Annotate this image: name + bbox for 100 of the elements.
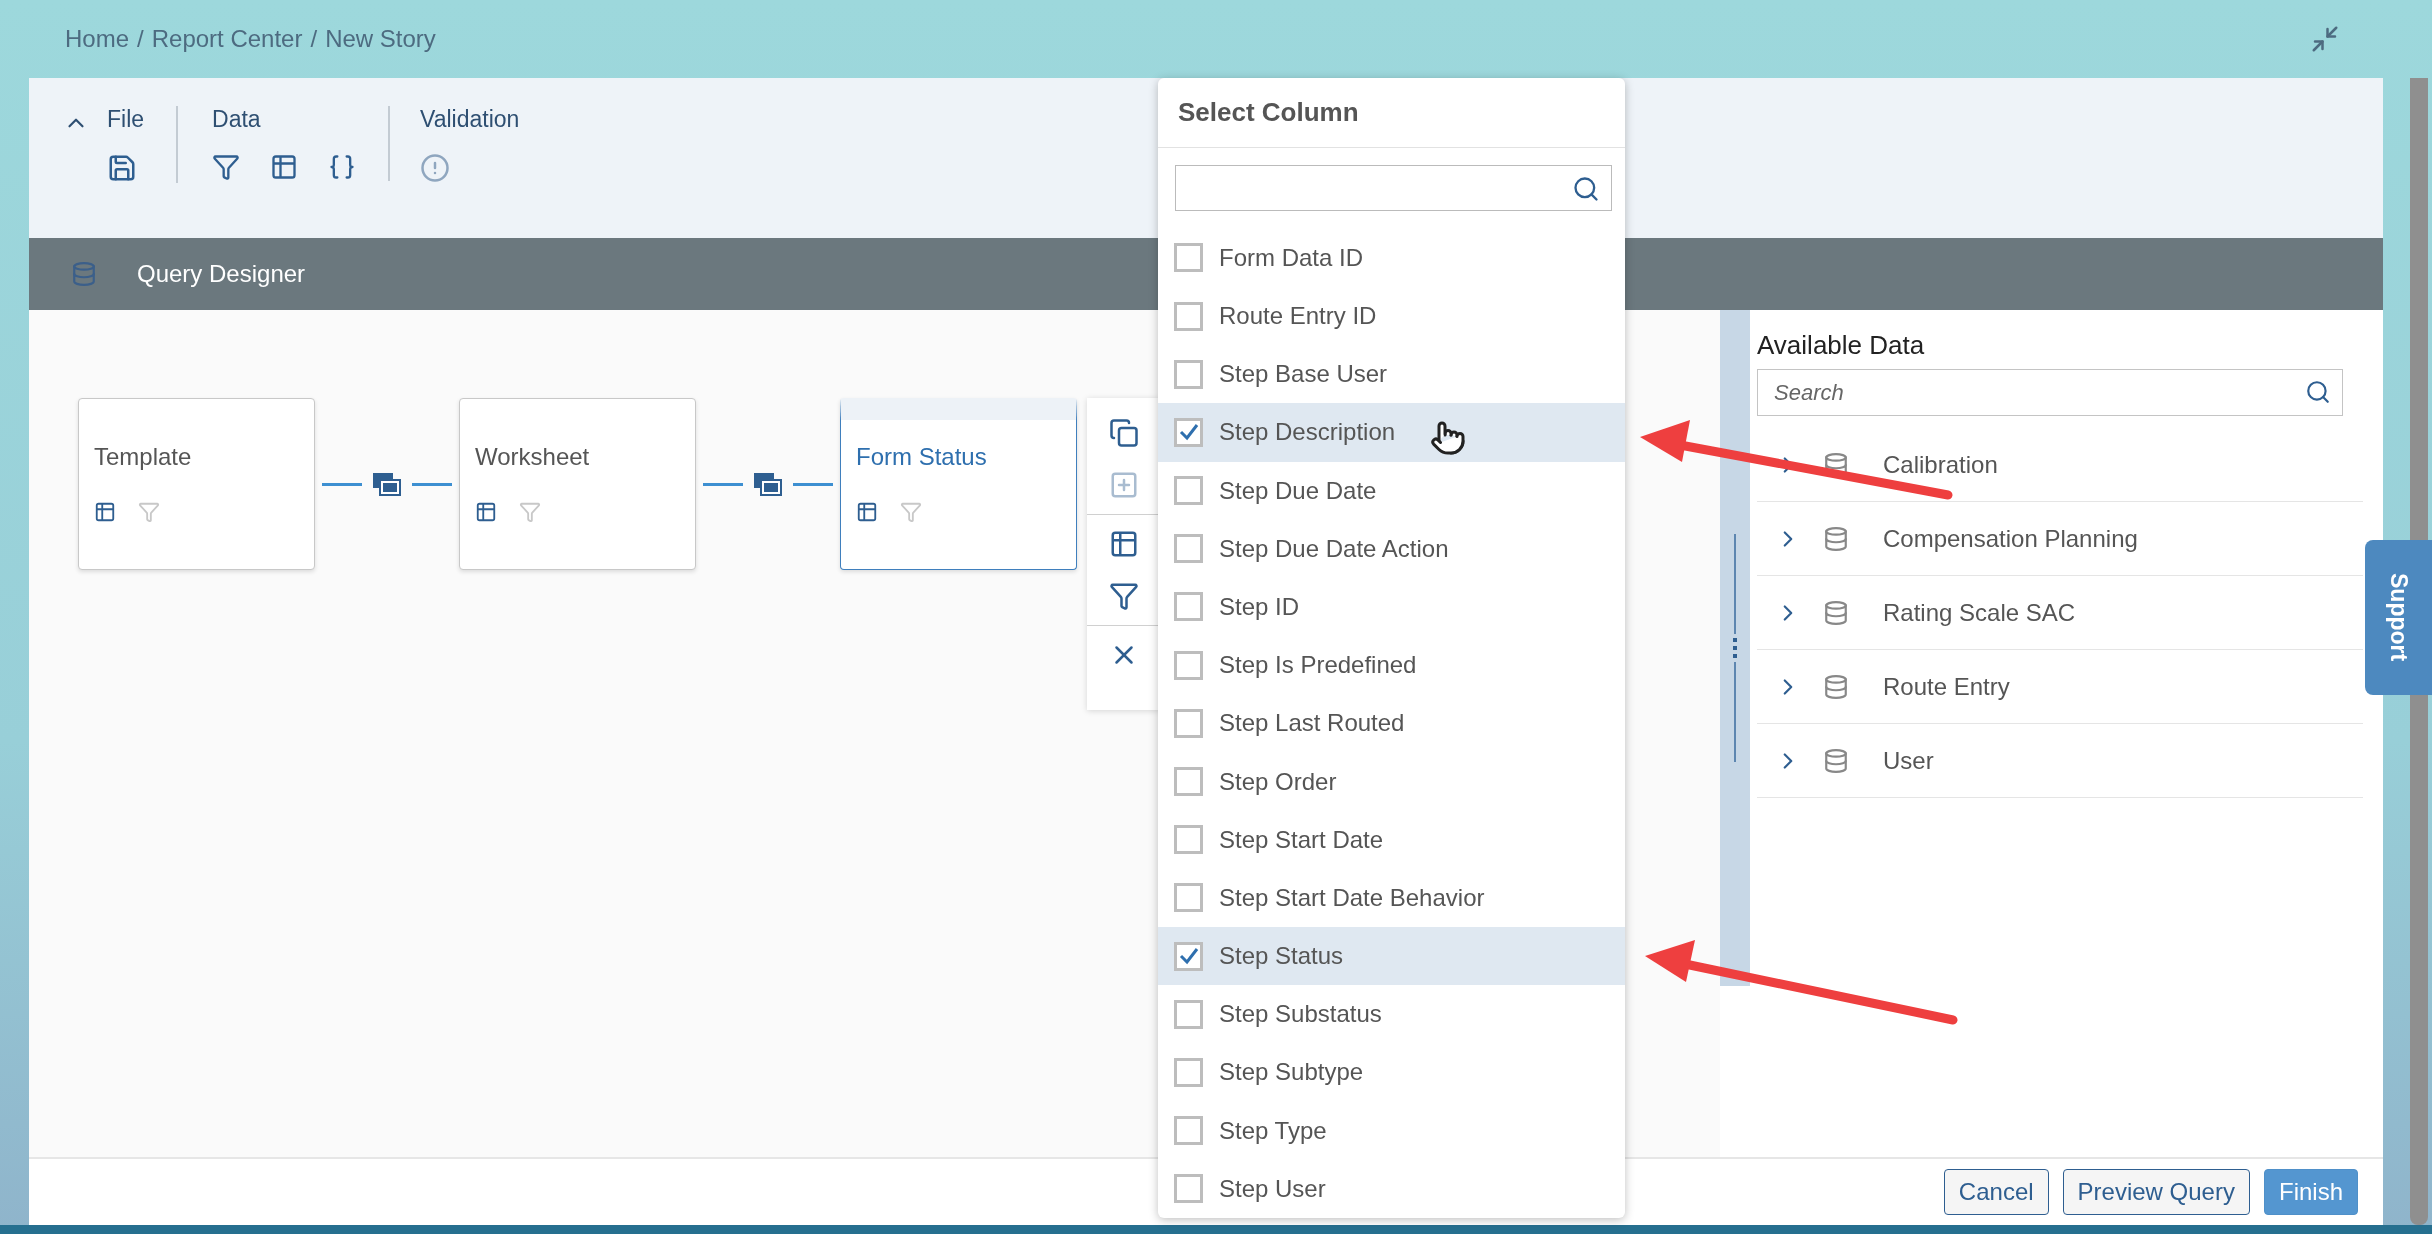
footer-button[interactable]: Preview Query [2062,1169,2250,1215]
column-option[interactable]: Step Type [1158,1101,1625,1160]
column-label: Step ID [1219,592,1300,621]
checkbox[interactable] [1174,476,1203,506]
column-label: Step Type [1219,1116,1327,1145]
column-label: Step Subtype [1219,1058,1364,1087]
node-label: Form Status [856,443,988,472]
save-icon[interactable] [107,153,137,183]
checkbox[interactable] [1174,534,1203,564]
column-option[interactable]: Step ID [1158,577,1625,637]
copy-icon[interactable] [1108,418,1139,448]
column-label: Step Due Date Action [1219,534,1449,563]
table-icon[interactable] [94,501,116,523]
data-source-label: Compensation Planning [1883,524,2138,553]
node-label: Template [94,443,193,472]
node-label: Worksheet [475,443,591,472]
database-icon [71,261,97,287]
column-option[interactable]: Step Base User [1158,345,1625,404]
column-option[interactable]: Step Is Predefined [1158,636,1625,695]
checkbox[interactable] [1174,941,1203,971]
column-option[interactable]: Step Start Date [1158,810,1625,869]
query-node[interactable]: Form Status [840,398,1077,570]
column-option[interactable]: Step Order [1158,752,1625,811]
breadcrumb-link[interactable]: Home [65,25,130,53]
connector-line [703,482,743,486]
data-source-label: User [1883,746,1934,775]
checkbox[interactable] [1174,999,1203,1029]
data-source-row[interactable]: User [1757,724,2363,798]
checkbox[interactable] [1174,417,1203,447]
connector-line [793,482,833,486]
data-source-label: Route Entry [1883,672,2010,701]
column-label: Step Due Date [1219,476,1377,505]
column-option[interactable]: Step Start Date Behavior [1158,868,1625,927]
exit-fullscreen-icon[interactable] [2310,24,2340,54]
query-node[interactable]: Template [78,398,315,570]
column-option[interactable]: Step Last Routed [1158,694,1625,753]
search-icon[interactable] [1572,175,1600,204]
table-icon[interactable] [856,501,878,523]
connector-line [412,482,452,486]
filter-icon[interactable] [1108,581,1139,611]
search-field[interactable]: Search [1757,369,2343,416]
support-tab[interactable]: Support [2365,540,2432,695]
toolbar-group-label: Validation [420,106,520,133]
filter-icon[interactable] [212,153,241,181]
column-label: Step Is Predefined [1219,651,1417,680]
column-label: Step Order [1219,767,1337,796]
column-option[interactable]: Step Subtype [1158,1043,1625,1102]
column-label: Route Entry ID [1219,302,1377,331]
splitter[interactable] [1720,310,1750,986]
column-option[interactable]: Step Substatus [1158,985,1625,1044]
checkbox[interactable] [1174,301,1203,331]
search-icon[interactable] [2305,379,2331,405]
footer-button[interactable]: Cancel [1943,1169,2049,1215]
checkbox[interactable] [1174,650,1203,680]
column-option[interactable]: Step Status [1158,927,1625,986]
join-icon[interactable] [372,472,402,496]
breadcrumb-link[interactable]: New Story [325,25,436,53]
data-source-row[interactable]: Compensation Planning [1757,502,2363,576]
table-icon[interactable] [475,501,497,523]
column-option[interactable]: Step User [1158,1159,1625,1218]
search-field[interactable] [1175,165,1612,212]
data-source-label: Rating Scale SAC [1883,598,2076,627]
checkbox[interactable] [1174,1174,1203,1204]
checkbox[interactable] [1174,825,1203,855]
toolbar-group-label: File [107,106,145,133]
checkbox[interactable] [1174,1116,1203,1146]
alert-icon[interactable] [420,153,451,183]
join-icon[interactable] [753,472,783,496]
column-option[interactable]: Form Data ID [1158,228,1625,287]
checkbox[interactable] [1174,359,1203,389]
database-icon [1823,525,1849,552]
column-label: Step Start Date [1219,825,1384,854]
table-icon[interactable] [270,153,299,181]
column-option[interactable]: Route Entry ID [1158,286,1625,346]
checkbox[interactable] [1174,883,1203,913]
column-label: Step User [1219,1174,1326,1203]
checkbox[interactable] [1174,708,1203,738]
panel-title: Available Data [1757,330,1926,361]
column-option[interactable]: Step Description [1158,403,1625,462]
data-source-row[interactable]: Rating Scale SAC [1757,576,2363,650]
column-option[interactable]: Step Due Date [1158,461,1625,520]
database-icon [1823,599,1849,626]
toolbar-group-label: Data [212,106,262,133]
breadcrumb-link[interactable]: Report Center [151,25,303,53]
data-source-label: Calibration [1883,450,1998,479]
column-option[interactable]: Step Due Date Action [1158,519,1625,578]
column-label: Step Status [1219,942,1344,971]
column-label: Form Data ID [1219,243,1364,272]
column-label: Step Substatus [1219,1000,1382,1029]
data-source-row[interactable]: Route Entry [1757,650,2363,724]
popover-title: Select Column [1178,97,1359,129]
column-label: Step Description [1219,418,1396,447]
column-label: Step Start Date Behavior [1219,883,1485,912]
checkbox[interactable] [1174,243,1203,273]
data-source-row[interactable]: Calibration [1757,428,2363,502]
checkbox[interactable] [1174,1057,1203,1087]
checkbox[interactable] [1174,592,1203,622]
breadcrumb-separator: / [310,25,318,53]
checkbox[interactable] [1174,767,1203,797]
query-node[interactable]: Worksheet [459,398,696,570]
